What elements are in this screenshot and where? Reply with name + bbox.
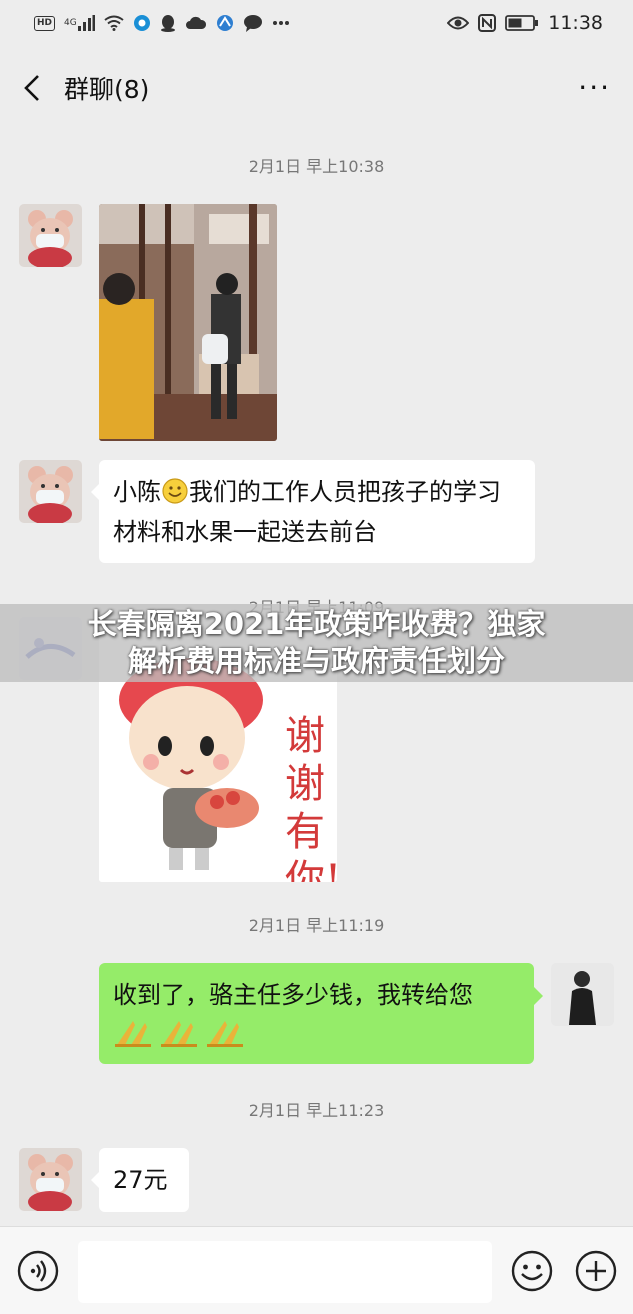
hd-badge: HD: [34, 15, 56, 31]
headline-overlay-banner: 长春隔离2021年政策咋收费？独家 解析费用标准与政府责任划分: [0, 604, 633, 682]
more-dots-icon: [272, 20, 290, 26]
avatar[interactable]: [551, 963, 614, 1026]
message-bubble-outgoing[interactable]: 收到了，骆主任多少钱，我转给您: [99, 963, 534, 1064]
chat-photo[interactable]: [99, 204, 277, 441]
signal-icon: 4G: [64, 15, 95, 31]
voice-icon: [17, 1250, 59, 1292]
avatar[interactable]: [19, 1148, 82, 1211]
headline-line-2: 解析费用标准与政府责任划分: [127, 644, 505, 678]
avatar[interactable]: [19, 460, 82, 523]
browser-icon: [216, 14, 234, 32]
smile-emoji-icon: [162, 478, 188, 504]
app-notification-icon: [133, 14, 151, 32]
nfc-icon: [478, 14, 497, 32]
plus-icon: [575, 1250, 617, 1292]
voice-button[interactable]: [16, 1249, 60, 1293]
bubble-tail: [534, 987, 543, 1005]
add-more-button[interactable]: [574, 1249, 618, 1293]
emoji-button[interactable]: [510, 1249, 554, 1293]
smiley-icon: [511, 1250, 553, 1292]
qq-icon: [160, 14, 176, 32]
my-avatar-image: [551, 963, 614, 1026]
message-text: 小陈: [113, 478, 161, 506]
message-text: 收到了，骆主任多少钱，我转给您: [113, 981, 473, 1009]
timestamp: 2月1日 早上10:38: [248, 157, 385, 176]
avatar[interactable]: [19, 204, 82, 267]
more-options-button[interactable]: ···: [578, 74, 611, 102]
praying-hands-emoji-icon: [161, 1021, 197, 1047]
wifi-icon: [104, 15, 124, 31]
message-text: 27元: [113, 1166, 168, 1194]
cloud-icon: [185, 16, 207, 30]
message-bubble-incoming[interactable]: 小陈 我们的工作人员把孩子的学习材料和水果一起送去前台: [99, 460, 535, 563]
bear-avatar-image: [19, 1148, 82, 1211]
network-type: 4G: [64, 18, 77, 28]
group-title: 群聊(8): [64, 75, 150, 104]
timestamp: 2月1日 早上11:19: [248, 916, 385, 935]
chevron-left-icon: [24, 75, 39, 101]
message-icon: [243, 14, 263, 32]
timestamp: 2月1日 早上11:23: [248, 1101, 385, 1120]
chat-header: 群聊(8) ···: [0, 46, 633, 130]
input-bar: [0, 1226, 633, 1314]
back-button[interactable]: [22, 68, 62, 108]
headline-line-1: 长春隔离2021年政策咋收费？独家: [87, 607, 546, 641]
message-input[interactable]: [78, 1241, 492, 1303]
praying-hands-emoji-icon: [115, 1021, 151, 1047]
message-bubble-incoming[interactable]: 27元: [99, 1148, 189, 1212]
sticker-caption: 谢谢有你!: [285, 713, 337, 882]
emoji-row: [113, 1015, 520, 1049]
bear-avatar-image: [19, 460, 82, 523]
front-desk-photo: [99, 204, 277, 441]
eye-icon: [447, 15, 470, 31]
battery-icon: [505, 15, 539, 31]
bear-avatar-image: [19, 204, 82, 267]
status-bar: HD 4G 11:38: [0, 0, 633, 46]
praying-hands-emoji-icon: [207, 1021, 243, 1047]
clock: 11:38: [548, 12, 603, 34]
